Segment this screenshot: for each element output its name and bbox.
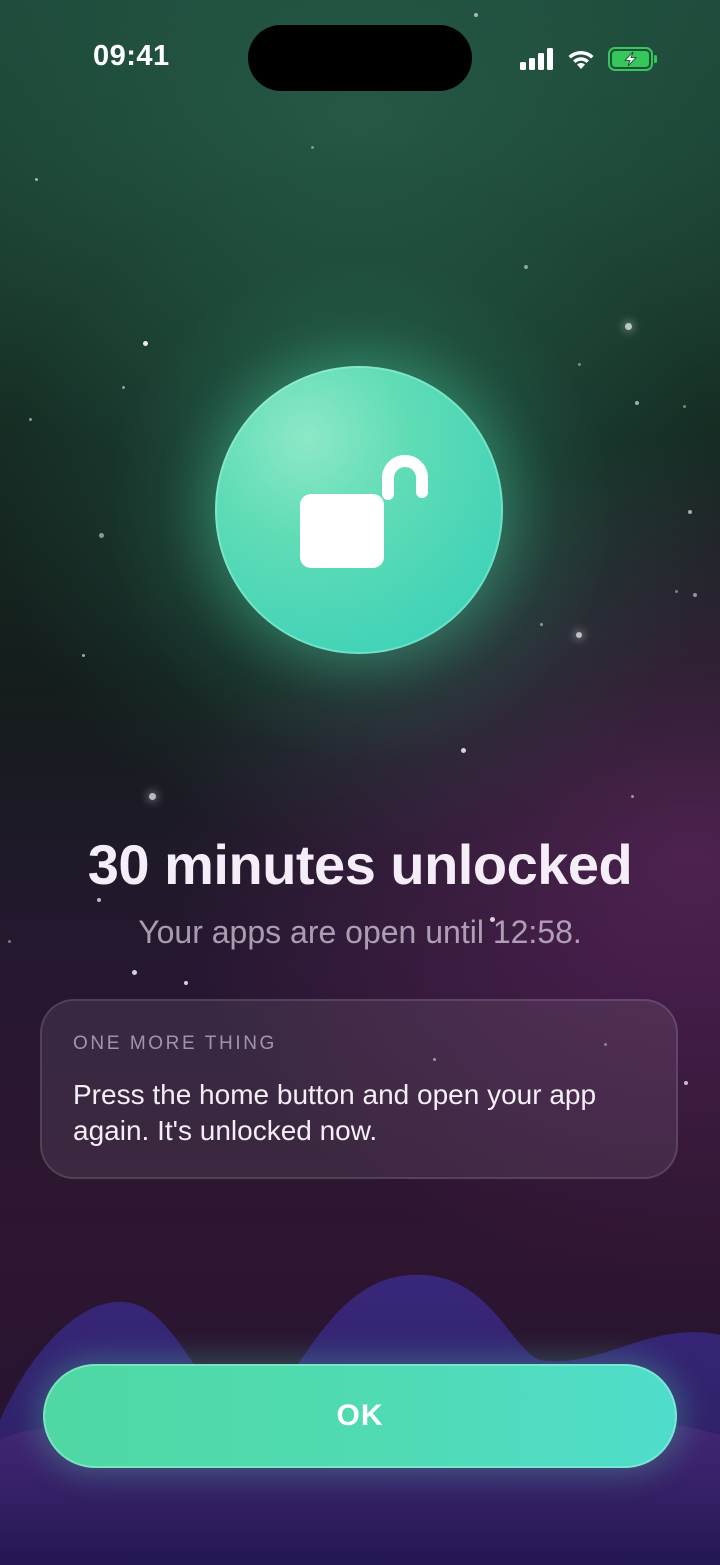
star-dot — [184, 981, 188, 985]
lock-badge — [215, 366, 503, 654]
star-dot — [578, 363, 581, 366]
star-dot — [99, 533, 104, 538]
ok-button[interactable]: OK — [43, 1364, 677, 1468]
star-dot — [631, 795, 634, 798]
unlock-title: 30 minutes unlocked — [87, 833, 633, 896]
unlock-confirmation-screen: 09:41 30 minutes unlocked Your apps are — [0, 0, 720, 1565]
star-dot — [693, 593, 697, 597]
wifi-icon — [568, 50, 594, 69]
star-dot — [461, 748, 466, 753]
battery-charging-icon — [608, 47, 657, 71]
star-dot — [143, 341, 148, 346]
info-card-body: Press the home button and open your app … — [73, 1079, 597, 1146]
star-dot — [675, 590, 678, 593]
star-dot — [311, 146, 314, 149]
star-dot — [474, 13, 478, 17]
star-dot — [132, 970, 137, 975]
star-dot — [625, 323, 632, 330]
star-dot — [524, 265, 528, 269]
star-dot — [35, 178, 38, 181]
signal-icon — [520, 48, 553, 70]
info-card-eyebrow: ONE MORE THING — [73, 1033, 277, 1054]
status-icons — [520, 44, 658, 74]
star-dot — [82, 654, 85, 657]
star-dot — [688, 510, 692, 514]
star-dot — [684, 1081, 688, 1085]
unlock-subtitle: Your apps are open until 12:58. — [138, 914, 582, 950]
status-time: 09:41 — [93, 40, 170, 72]
star-dot — [683, 405, 686, 408]
dynamic-island — [248, 25, 472, 91]
star-dot — [635, 401, 639, 405]
star-dot — [122, 386, 125, 389]
star-dot — [149, 793, 156, 800]
star-dot — [97, 898, 101, 902]
star-dot — [29, 418, 32, 421]
unlocked-padlock-icon — [300, 455, 428, 568]
info-card: ONE MORE THING Press the home button and… — [40, 999, 678, 1179]
